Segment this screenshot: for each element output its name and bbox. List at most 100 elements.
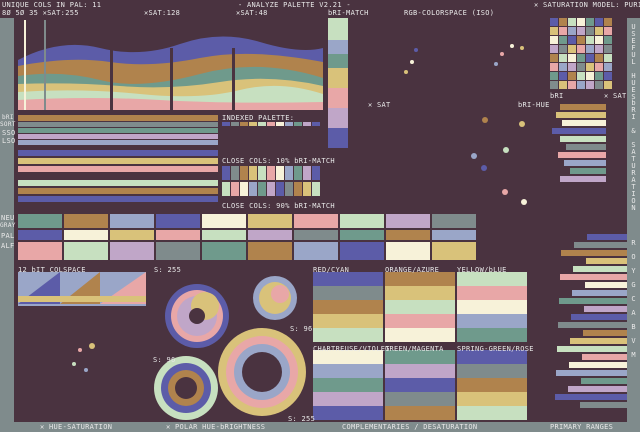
pal-block xyxy=(202,230,246,240)
gray-label: GRAY xyxy=(0,222,16,229)
primary-range-bar xyxy=(556,370,627,376)
primary-range-bar xyxy=(568,386,627,392)
close-cols-10-label: CLOSE COLS: 10% bRI-MATCH xyxy=(222,157,335,165)
primary-range-bar xyxy=(573,266,627,272)
complementary-band xyxy=(385,272,455,286)
bri-match-strip xyxy=(328,18,348,148)
close-col-swatch xyxy=(276,182,284,196)
complementary-band xyxy=(313,272,383,286)
close-col-swatch xyxy=(222,182,230,196)
alf-block xyxy=(294,242,338,260)
primary-range-bar xyxy=(569,362,627,368)
indexed-swatch xyxy=(276,122,284,126)
complementary-band xyxy=(385,328,455,342)
hue-grid-cell xyxy=(586,63,594,71)
s255-top-label: S: 255 xyxy=(154,266,182,274)
primary-range-bar xyxy=(555,394,627,400)
complementary-band xyxy=(313,392,383,406)
hue-grid-cell xyxy=(550,54,558,62)
indexed-palette-label: INDEXED PALETTE: xyxy=(222,114,295,122)
close-col-swatch xyxy=(276,166,284,180)
useful-hues-grid xyxy=(550,18,612,89)
complementary-band xyxy=(457,378,527,392)
pal-neutral-block xyxy=(202,214,246,228)
spring-rose-label: SPRING-GREEN/ROSE xyxy=(457,345,534,353)
hue-grid-cell xyxy=(550,45,558,53)
pal-neutral-block xyxy=(18,214,62,228)
bri-hue-label: bRI-HUE xyxy=(518,101,550,109)
complementary-band xyxy=(457,328,527,342)
close-col-swatch xyxy=(267,166,275,180)
complementary-band xyxy=(313,378,383,392)
pal-neutral-block xyxy=(340,214,384,228)
hue-grid-cell xyxy=(595,18,603,26)
complementary-band xyxy=(385,378,455,392)
close-col-swatch xyxy=(258,182,266,196)
pal-label: PAL xyxy=(1,232,15,240)
primary-range-bar xyxy=(587,234,627,240)
hue-grid-cell xyxy=(550,27,558,35)
primary-range-bar xyxy=(559,298,627,304)
pal-block xyxy=(386,230,430,240)
close-col-swatch xyxy=(303,182,311,196)
hue-grid-cell xyxy=(595,72,603,80)
hue-grid-cell xyxy=(559,27,567,35)
indexed-swatch xyxy=(222,122,230,126)
pal-block xyxy=(156,230,200,240)
hue-grid-cell xyxy=(586,18,594,26)
palette-artwork xyxy=(18,18,627,420)
palette-analyzer-screen: UNIQUE COLS IN PAL: 11 8Ø 5Ø 35 ✕SAT:255… xyxy=(0,0,640,432)
alf-block xyxy=(18,242,62,260)
pal-alf-strip xyxy=(18,214,476,260)
colspace-12bit-label: 12 bIT COLSPACE xyxy=(18,266,86,274)
complementary-band xyxy=(457,272,527,286)
primary-range-bar xyxy=(574,242,627,248)
hue-grid-cell xyxy=(577,72,585,80)
close-col-swatch xyxy=(240,166,248,180)
hue-grid-cell xyxy=(559,45,567,53)
complementary-band xyxy=(385,314,455,328)
hue-grid-cell xyxy=(595,54,603,62)
hue-grid-cell xyxy=(604,45,612,53)
close-col-swatch xyxy=(249,182,257,196)
hue-grid-cell xyxy=(604,18,612,26)
indexed-swatch xyxy=(240,122,248,126)
hue-grid-cell xyxy=(550,36,558,44)
close-col-swatch xyxy=(285,166,293,180)
hue-grid-cell xyxy=(559,18,567,26)
hue-grid-cell xyxy=(559,54,567,62)
pal-neutral-block xyxy=(110,214,154,228)
pal-block xyxy=(110,230,154,240)
close-col-swatch xyxy=(240,182,248,196)
bri-axis-label: bRI xyxy=(550,92,564,100)
complementary-band xyxy=(313,286,383,300)
hue-grid-cell xyxy=(604,72,612,80)
complementary-band xyxy=(457,392,527,406)
alf-block xyxy=(110,242,154,260)
close-col-swatch xyxy=(303,166,311,180)
indexed-swatch xyxy=(312,122,320,126)
primary-range-bar xyxy=(557,346,627,352)
hue-grid-cell xyxy=(577,45,585,53)
hue-grid-cell xyxy=(577,54,585,62)
primary-ranges-bars xyxy=(555,234,627,408)
hue-grid-cell xyxy=(586,72,594,80)
brightness-sorted-bars xyxy=(18,115,218,202)
hue-grid-cell xyxy=(559,72,567,80)
hue-grid-cell xyxy=(550,18,558,26)
complementary-band xyxy=(313,406,383,420)
complementary-band xyxy=(313,314,383,328)
primary-range-bar xyxy=(584,306,627,312)
hue-grid-cell xyxy=(604,36,612,44)
hue-grid-cell xyxy=(604,27,612,35)
hue-grid-cell xyxy=(568,81,576,89)
alf-block xyxy=(64,242,108,260)
s96-small-label: S: 96 xyxy=(290,325,313,333)
primary-range-bar xyxy=(570,338,627,344)
primary-range-bar xyxy=(561,250,627,256)
pal-block xyxy=(18,230,62,240)
hue-grid-cell xyxy=(586,36,594,44)
bri-sort-label-2: SORT xyxy=(0,121,16,128)
hue-grid-cell xyxy=(559,63,567,71)
alf-block xyxy=(386,242,430,260)
